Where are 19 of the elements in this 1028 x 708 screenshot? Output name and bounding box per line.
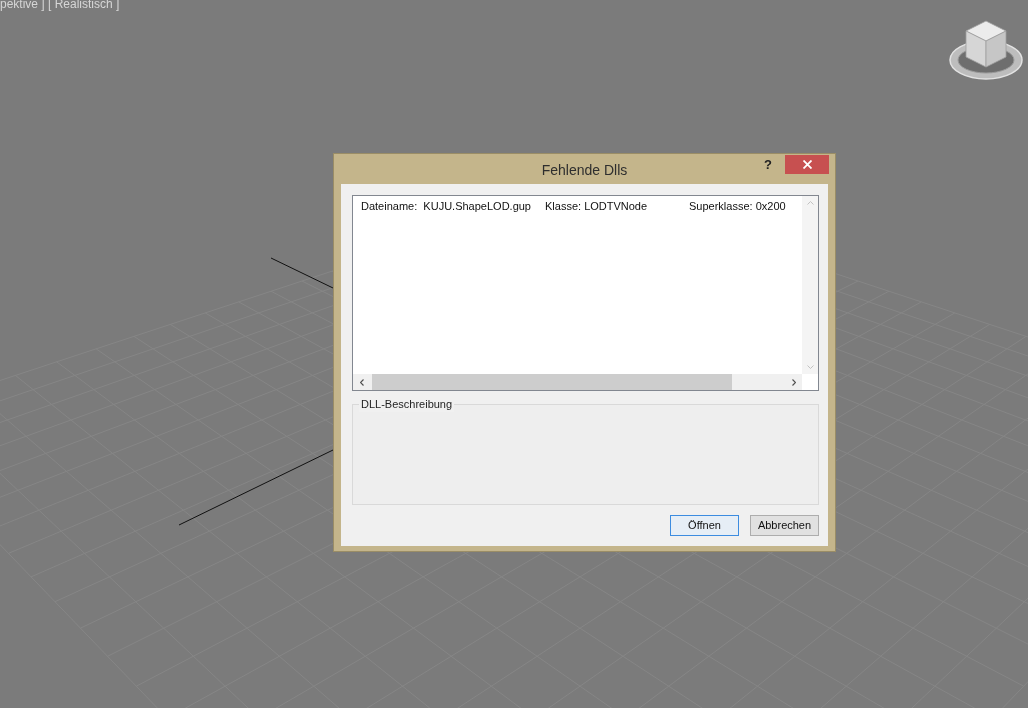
axis-line (270, 257, 334, 289)
cancel-button[interactable]: Abbrechen (750, 515, 819, 536)
list-cell-text: Klasse: LODTVNode (545, 198, 649, 214)
close-button[interactable] (785, 155, 829, 174)
chevron-left-icon[interactable] (360, 378, 364, 386)
list-box[interactable]: Dateiname: KUJU.ShapeLOD.gup Klasse: LODTVNode Superklasse: 0x200 (352, 195, 819, 391)
vertical-scrollbar[interactable] (802, 196, 818, 374)
group-label: DLL-Beschreibung (359, 397, 455, 412)
horizontal-scrollbar[interactable] (353, 374, 802, 390)
help-button[interactable]: ? (762, 156, 774, 174)
list-cell: Superklasse: 0x200 (689, 198, 786, 214)
close-icon (802, 160, 812, 169)
chevron-down-icon[interactable] (806, 365, 814, 369)
chevron-right-icon[interactable] (792, 378, 796, 386)
chevron-up-icon[interactable] (806, 201, 814, 205)
list-cell-text: Dateiname: KUJU.ShapeLOD.gup (361, 198, 532, 214)
window-title: Fehlende Dlls (541, 161, 628, 179)
scrollbar-thumb[interactable] (372, 374, 732, 390)
open-button[interactable]: Öffnen (670, 515, 739, 536)
